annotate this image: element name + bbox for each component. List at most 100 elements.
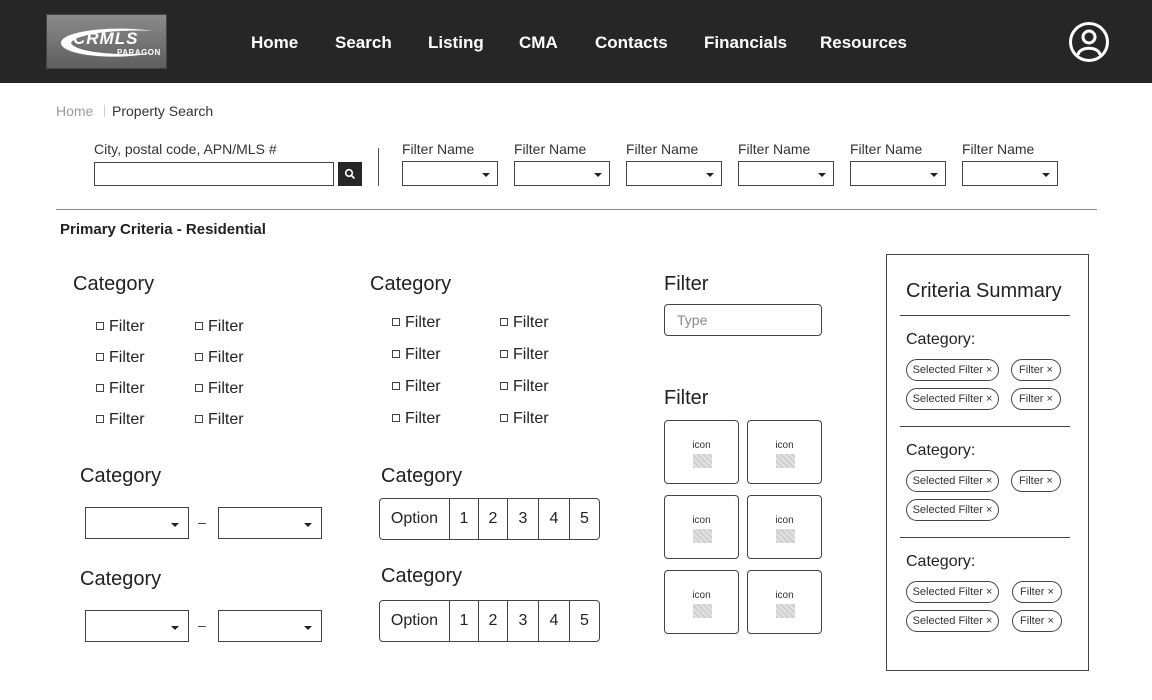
segment-3[interactable]: 3: [508, 601, 539, 641]
filter-select-1[interactable]: [402, 161, 498, 186]
filter-select-6[interactable]: [962, 161, 1058, 186]
nav-contacts[interactable]: Contacts: [595, 33, 668, 53]
chevron-down-icon: [482, 173, 490, 177]
selected-filter-chip[interactable]: Filter ×: [1011, 359, 1061, 381]
chevron-down-icon: [1042, 173, 1050, 177]
range-min-select[interactable]: [85, 610, 189, 642]
range-max-select[interactable]: [218, 507, 322, 539]
filter-label-4: Filter Name: [738, 141, 811, 157]
filter-type-input[interactable]: [664, 304, 822, 336]
nav-financials[interactable]: Financials: [704, 33, 787, 53]
section-divider: [56, 209, 1097, 210]
chevron-down-icon: [171, 626, 179, 630]
search-input[interactable]: [94, 162, 334, 186]
nav-listing[interactable]: Listing: [428, 33, 484, 53]
icon-tile-label: icon: [775, 590, 794, 601]
category-title: Category: [381, 565, 463, 587]
summary-divider: [900, 537, 1070, 538]
icon-tile-label: icon: [775, 515, 794, 526]
checkbox-icon: [96, 415, 104, 423]
icon-tile[interactable]: icon: [664, 420, 739, 484]
filter-checkbox[interactable]: Filter: [96, 318, 145, 336]
segment-5[interactable]: 5: [570, 601, 599, 641]
search-button[interactable]: [338, 162, 362, 186]
chevron-down-icon: [304, 523, 312, 527]
search-label: City, postal code, APN/MLS #: [94, 141, 277, 157]
filter-checkbox[interactable]: Filter: [392, 410, 441, 428]
segment-4[interactable]: 4: [539, 601, 570, 641]
filter-select-5[interactable]: [850, 161, 946, 186]
filter-select-2[interactable]: [514, 161, 610, 186]
segment-option[interactable]: Option: [380, 601, 450, 641]
filter-title: Filter: [664, 387, 709, 409]
filter-checkbox[interactable]: Filter: [392, 378, 441, 396]
nav-search[interactable]: Search: [335, 33, 392, 53]
filter-checkbox[interactable]: Filter: [195, 318, 244, 336]
nav-resources[interactable]: Resources: [820, 33, 907, 53]
icon-tile[interactable]: icon: [664, 495, 739, 559]
selected-filter-chip[interactable]: Filter ×: [1011, 470, 1061, 492]
selected-filter-chip[interactable]: Selected Filter ×: [906, 610, 999, 632]
icon-tile[interactable]: icon: [747, 495, 822, 559]
range-min-select[interactable]: [85, 507, 189, 539]
selected-filter-chip[interactable]: Selected Filter ×: [906, 388, 999, 410]
nav-cma[interactable]: CMA: [519, 33, 558, 53]
category-title: Category: [80, 568, 162, 590]
segment-option[interactable]: Option: [380, 499, 450, 539]
filter-checkbox[interactable]: Filter: [96, 411, 145, 429]
chevron-down-icon: [594, 173, 602, 177]
icon-tile[interactable]: icon: [747, 420, 822, 484]
segmented-control: Option 1 2 3 4 5: [379, 498, 600, 540]
segment-3[interactable]: 3: [508, 499, 539, 539]
filter-select-3[interactable]: [626, 161, 722, 186]
filter-checkbox[interactable]: Filter: [500, 314, 549, 332]
filter-checkbox[interactable]: Filter: [195, 349, 244, 367]
chevron-down-icon: [818, 173, 826, 177]
crmls-paragon-logo[interactable]: CRMLS PARAGON: [46, 14, 167, 69]
filter-checkbox[interactable]: Filter: [500, 346, 549, 364]
top-navbar: CRMLS PARAGON Home Search Listing CMA Co…: [0, 0, 1152, 83]
checkbox-icon: [392, 350, 400, 358]
checkbox-icon: [96, 353, 104, 361]
icon-tile-label: icon: [692, 590, 711, 601]
segment-2[interactable]: 2: [479, 499, 508, 539]
summary-category-label: Category:: [906, 553, 976, 570]
filter-title: Filter: [664, 273, 709, 295]
range-separator: –: [198, 617, 206, 633]
placeholder-image-icon: [693, 529, 712, 543]
search-divider: [378, 148, 379, 186]
range-max-select[interactable]: [218, 610, 322, 642]
selected-filter-chip[interactable]: Filter ×: [1012, 610, 1062, 632]
checkbox-icon: [195, 353, 203, 361]
filter-checkbox[interactable]: Filter: [96, 349, 145, 367]
segment-1[interactable]: 1: [450, 499, 479, 539]
filter-checkbox[interactable]: Filter: [392, 346, 441, 364]
icon-tile[interactable]: icon: [664, 570, 739, 634]
search-icon: [344, 168, 356, 180]
icon-tile-label: icon: [775, 440, 794, 451]
filter-checkbox[interactable]: Filter: [392, 314, 441, 332]
segment-2[interactable]: 2: [479, 601, 508, 641]
icon-tile[interactable]: icon: [747, 570, 822, 634]
selected-filter-chip[interactable]: Filter ×: [1012, 581, 1062, 603]
selected-filter-chip[interactable]: Selected Filter ×: [906, 499, 999, 521]
nav-home[interactable]: Home: [251, 33, 298, 53]
checkbox-icon: [195, 322, 203, 330]
breadcrumb-home[interactable]: Home: [56, 103, 93, 119]
icon-tile-label: icon: [692, 515, 711, 526]
segment-4[interactable]: 4: [539, 499, 570, 539]
filter-checkbox[interactable]: Filter: [195, 380, 244, 398]
selected-filter-chip[interactable]: Selected Filter ×: [906, 581, 999, 603]
filter-checkbox[interactable]: Filter: [500, 378, 549, 396]
segment-5[interactable]: 5: [570, 499, 599, 539]
summary-divider: [900, 315, 1070, 316]
selected-filter-chip[interactable]: Selected Filter ×: [906, 470, 999, 492]
filter-checkbox[interactable]: Filter: [195, 411, 244, 429]
filter-checkbox[interactable]: Filter: [96, 380, 145, 398]
segment-1[interactable]: 1: [450, 601, 479, 641]
selected-filter-chip[interactable]: Selected Filter ×: [906, 359, 999, 381]
filter-select-4[interactable]: [738, 161, 834, 186]
user-circle-icon[interactable]: [1068, 21, 1110, 63]
selected-filter-chip[interactable]: Filter ×: [1011, 388, 1061, 410]
filter-checkbox[interactable]: Filter: [500, 410, 549, 428]
